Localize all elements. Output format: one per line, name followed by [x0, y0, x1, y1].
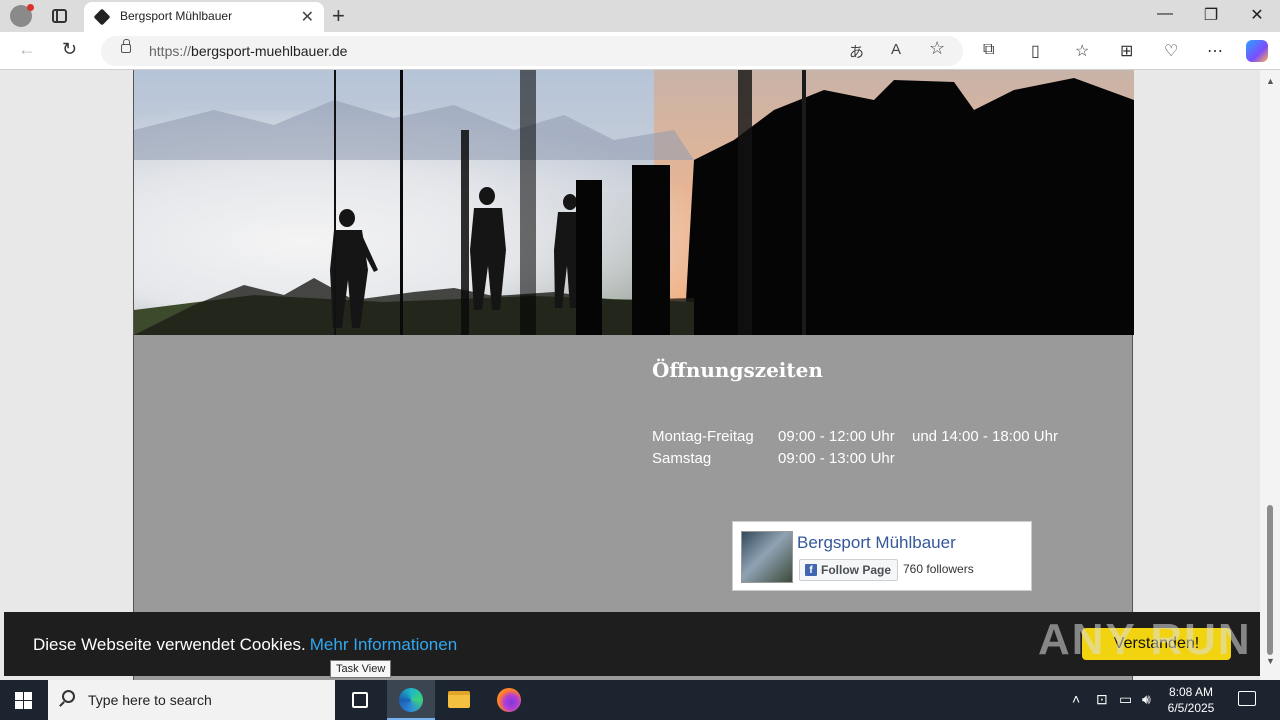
search-icon: [62, 690, 75, 703]
translate-icon[interactable]: あ: [849, 41, 864, 62]
opening-hours: Öffnungszeiten Montag-Freitag 09:00 - 12…: [652, 358, 1058, 470]
scroll-down-icon[interactable]: ▼: [1266, 656, 1275, 666]
opening-hours-title: Öffnungszeiten: [652, 358, 823, 382]
address-bar[interactable]: https://bergsport-muehlbauer.de あ A ☆: [101, 36, 963, 66]
tray-app-icon[interactable]: ⊡: [1096, 691, 1108, 708]
refresh-icon[interactable]: ↻: [62, 39, 77, 60]
facebook-icon: f: [805, 564, 817, 576]
page-viewport: Öffnungszeiten Montag-Freitag 09:00 - 12…: [0, 70, 1280, 680]
firefox-icon: [497, 688, 521, 712]
browser-essentials-icon[interactable]: ♡: [1164, 41, 1178, 61]
hours-row: Montag-Freitag 09:00 - 12:00 Uhr und 14:…: [652, 426, 1058, 448]
anyrun-watermark: ANY RUN: [1038, 615, 1252, 664]
follow-page-label: Follow Page: [821, 563, 892, 577]
tray-chevron-icon[interactable]: ˄: [1072, 691, 1080, 707]
url-text[interactable]: https://bergsport-muehlbauer.de: [149, 43, 347, 59]
volume-icon[interactable]: 🔊︎: [1142, 691, 1151, 708]
back-icon[interactable]: ←: [18, 39, 36, 60]
new-tab-icon[interactable]: +: [332, 3, 345, 29]
taskbar-clock[interactable]: 8:08 AM 6/5/2025: [1160, 684, 1222, 716]
close-icon[interactable]: ✕: [301, 7, 314, 27]
minimize-icon[interactable]: —: [1150, 5, 1180, 23]
more-info-link[interactable]: Mehr Informationen: [310, 635, 457, 654]
hours-day: Samstag: [652, 450, 712, 467]
tab-active[interactable]: Bergsport Mühlbauer ✕: [84, 2, 324, 32]
task-view-tooltip: Task View: [330, 660, 392, 678]
follow-page-button[interactable]: f Follow Page: [799, 559, 899, 581]
facebook-page-widget: Bergsport Mühlbauer f Follow Page 760 fo…: [732, 521, 1032, 591]
facebook-page-name[interactable]: Bergsport Mühlbauer: [797, 533, 956, 553]
search-placeholder: Type here to search: [88, 692, 212, 708]
hours-time: 09:00 - 13:00 Uhr: [778, 450, 895, 467]
favorite-star-icon[interactable]: ☆: [929, 38, 945, 59]
more-icon[interactable]: ⋯: [1207, 41, 1223, 61]
hero-silhouettes: [134, 70, 1134, 335]
facebook-page-thumbnail[interactable]: [741, 531, 793, 583]
tab-bar: Bergsport Mühlbauer ✕ + — ❐ ✕: [0, 0, 1280, 32]
scrollbar-thumb[interactable]: [1267, 505, 1273, 655]
window-close-icon[interactable]: ✕: [1242, 5, 1272, 25]
edge-icon: [399, 688, 423, 712]
scroll-up-icon[interactable]: ▲: [1266, 76, 1275, 86]
folder-icon: [448, 691, 470, 708]
follower-count: 760 followers: [903, 562, 974, 576]
hero-image: [134, 70, 1134, 335]
taskbar-search-box[interactable]: Type here to search: [48, 680, 335, 720]
browser-toolbar: ← ↻ https://bergsport-muehlbauer.de あ A …: [0, 32, 1280, 70]
network-icon[interactable]: ▭: [1119, 691, 1132, 708]
site-container: Öffnungszeiten Montag-Freitag 09:00 - 12…: [133, 70, 1134, 680]
task-view-icon[interactable]: [352, 692, 368, 708]
copilot-icon[interactable]: [1246, 40, 1268, 62]
clock-date: 6/5/2025: [1167, 701, 1215, 715]
notifications-icon[interactable]: [1238, 691, 1256, 706]
tab-actions-icon[interactable]: [52, 9, 67, 23]
windows-start-icon[interactable]: [15, 692, 32, 709]
hours-extra: und 14:00 - 18:00 Uhr: [912, 428, 1058, 445]
taskbar: Type here to search ˄ ⊡ ▭ 🔊︎ 8:08 AM 6/5…: [0, 680, 1280, 720]
cookie-message: Diese Webseite verwendet Cookies. Mehr In…: [33, 635, 458, 654]
file-explorer-taskbar-button[interactable]: [435, 680, 483, 720]
favorites-icon[interactable]: ☆: [1075, 41, 1089, 61]
hours-day: Montag-Freitag: [652, 428, 754, 445]
tab-title: Bergsport Mühlbauer: [120, 9, 233, 23]
extensions-icon[interactable]: ⧉: [983, 41, 994, 59]
firefox-taskbar-button[interactable]: [485, 680, 533, 720]
read-aloud-icon[interactable]: A: [891, 41, 901, 58]
restore-icon[interactable]: ❐: [1196, 5, 1226, 25]
hours-time: 09:00 - 12:00 Uhr: [778, 428, 895, 445]
split-screen-icon[interactable]: ▯: [1031, 41, 1040, 61]
hours-row: Samstag 09:00 - 13:00 Uhr: [652, 448, 1058, 470]
profile-notification-dot: [27, 4, 34, 11]
collections-icon[interactable]: ⊞: [1120, 41, 1133, 61]
clock-time: 8:08 AM: [1168, 685, 1214, 699]
edge-taskbar-button[interactable]: [387, 680, 435, 720]
page-scrollbar[interactable]: ▲ ▼: [1260, 70, 1280, 680]
site-favicon-icon: [93, 8, 111, 26]
lock-icon[interactable]: [121, 39, 131, 53]
